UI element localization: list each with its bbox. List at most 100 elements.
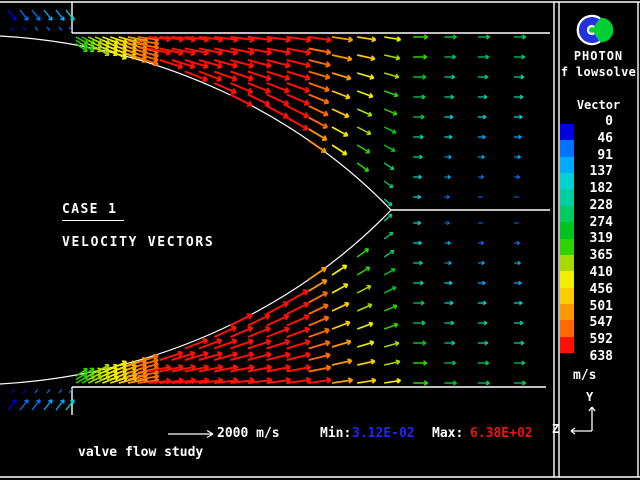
velocity-arrow (332, 55, 352, 61)
velocity-arrow (514, 261, 521, 264)
app-name: PHOTON (559, 50, 638, 62)
velocity-arrow (11, 27, 14, 31)
velocity-arrow (66, 10, 74, 20)
velocity-arrow (23, 390, 26, 394)
velocity-arrow (514, 321, 523, 325)
velocity-arrow (514, 175, 520, 178)
velocity-arrow (384, 342, 399, 347)
legend-value: 0 (573, 115, 613, 128)
velocity-arrow (357, 109, 372, 116)
velocity-arrow (357, 378, 376, 383)
velocity-arrow (384, 323, 398, 329)
velocity-arrow (309, 106, 328, 116)
legend-swatch (560, 288, 574, 304)
reference-vector-label: 2000 m/s (217, 427, 280, 440)
velocity-arrow (357, 360, 375, 365)
velocity-arrow (35, 27, 38, 31)
velocity-arrow (11, 390, 14, 394)
case-label-text: CASE 1 (62, 202, 124, 221)
velocity-arrow (20, 10, 28, 20)
legend-units: m/s (573, 369, 596, 382)
velocity-arrow (309, 378, 331, 383)
velocity-arrow (287, 328, 310, 337)
velocity-arrow (413, 321, 425, 325)
velocity-arrow (413, 35, 428, 39)
legend-swatch (560, 320, 574, 336)
velocity-arrow (478, 75, 488, 79)
velocity-arrow (444, 175, 450, 178)
velocity-arrow (32, 400, 40, 410)
velocity-arrow (357, 91, 373, 98)
legend-swatch (560, 173, 574, 189)
velocity-arrow (309, 60, 330, 67)
velocity-arrow (514, 301, 522, 305)
velocity-arrow (444, 361, 455, 365)
velocity-arrow (413, 135, 423, 139)
velocity-arrow (357, 145, 369, 153)
velocity-arrow (478, 381, 490, 385)
velocity-arrow (478, 361, 489, 365)
velocity-arrow (478, 261, 485, 264)
velocity-arrow (309, 280, 327, 291)
velocity-arrow (59, 27, 62, 31)
velocity-arrow (44, 10, 52, 20)
velocity-arrow (309, 268, 326, 280)
velocity-arrow (413, 281, 423, 285)
velocity-arrow (413, 301, 424, 305)
case-label: CASE 1 (62, 203, 124, 216)
velocity-arrow (478, 35, 490, 39)
velocity-arrow (309, 353, 330, 360)
velocity-arrow (384, 37, 400, 42)
study-label: valve flow study (78, 446, 203, 459)
velocity-arrow (413, 155, 422, 159)
velocity-arrow (332, 37, 353, 42)
velocity-arrow (444, 155, 451, 159)
velocity-arrow (478, 115, 486, 119)
velocity-arrow (384, 251, 394, 257)
velocity-arrow (309, 304, 328, 314)
velocity-arrow (287, 60, 310, 67)
velocity-arrow (357, 267, 369, 275)
legend-swatch (560, 304, 574, 320)
velocity-arrow (384, 91, 398, 97)
velocity-arrow (287, 83, 310, 92)
axis-y-label: Y (586, 391, 593, 403)
velocity-arrow (413, 175, 421, 179)
velocity-arrow (413, 115, 424, 119)
velocity-arrow (66, 400, 74, 410)
velocity-arrow (384, 233, 393, 240)
velocity-arrow (444, 261, 451, 265)
axis-z-label: Z (552, 423, 559, 435)
legend-swatch (560, 157, 574, 173)
velocity-arrow (384, 379, 400, 384)
velocity-arrow (357, 249, 368, 257)
velocity-arrow (332, 378, 353, 383)
legend-value: 456 (573, 283, 613, 296)
legend-value: 46 (573, 132, 613, 145)
velocity-arrow (444, 195, 449, 198)
velocity-arrow (332, 321, 350, 329)
legend-value: 228 (573, 199, 613, 212)
velocity-arrow (384, 163, 394, 169)
legend-swatch (560, 140, 574, 156)
velocity-arrow (357, 163, 368, 171)
velocity-arrow (357, 304, 372, 311)
velocity-arrow (478, 155, 485, 158)
velocity-arrow (332, 359, 352, 365)
velocity-arrow (332, 109, 349, 117)
velocity-arrow (309, 37, 331, 42)
legend-value: 592 (573, 333, 613, 346)
velocity-arrow (384, 127, 396, 133)
velocity-arrow (44, 400, 52, 410)
velocity-arrow (56, 400, 64, 410)
min-label: Min: (320, 427, 351, 440)
velocity-arrow (478, 175, 484, 178)
velocity-arrow (32, 10, 40, 20)
plot-title: VELOCITY VECTORS (62, 236, 214, 249)
legend-value: 501 (573, 300, 613, 313)
velocity-arrow (413, 361, 427, 365)
velocity-arrow (514, 55, 525, 59)
velocity-arrow (56, 10, 64, 20)
velocity-arrow (444, 135, 452, 139)
velocity-arrow (444, 115, 453, 119)
